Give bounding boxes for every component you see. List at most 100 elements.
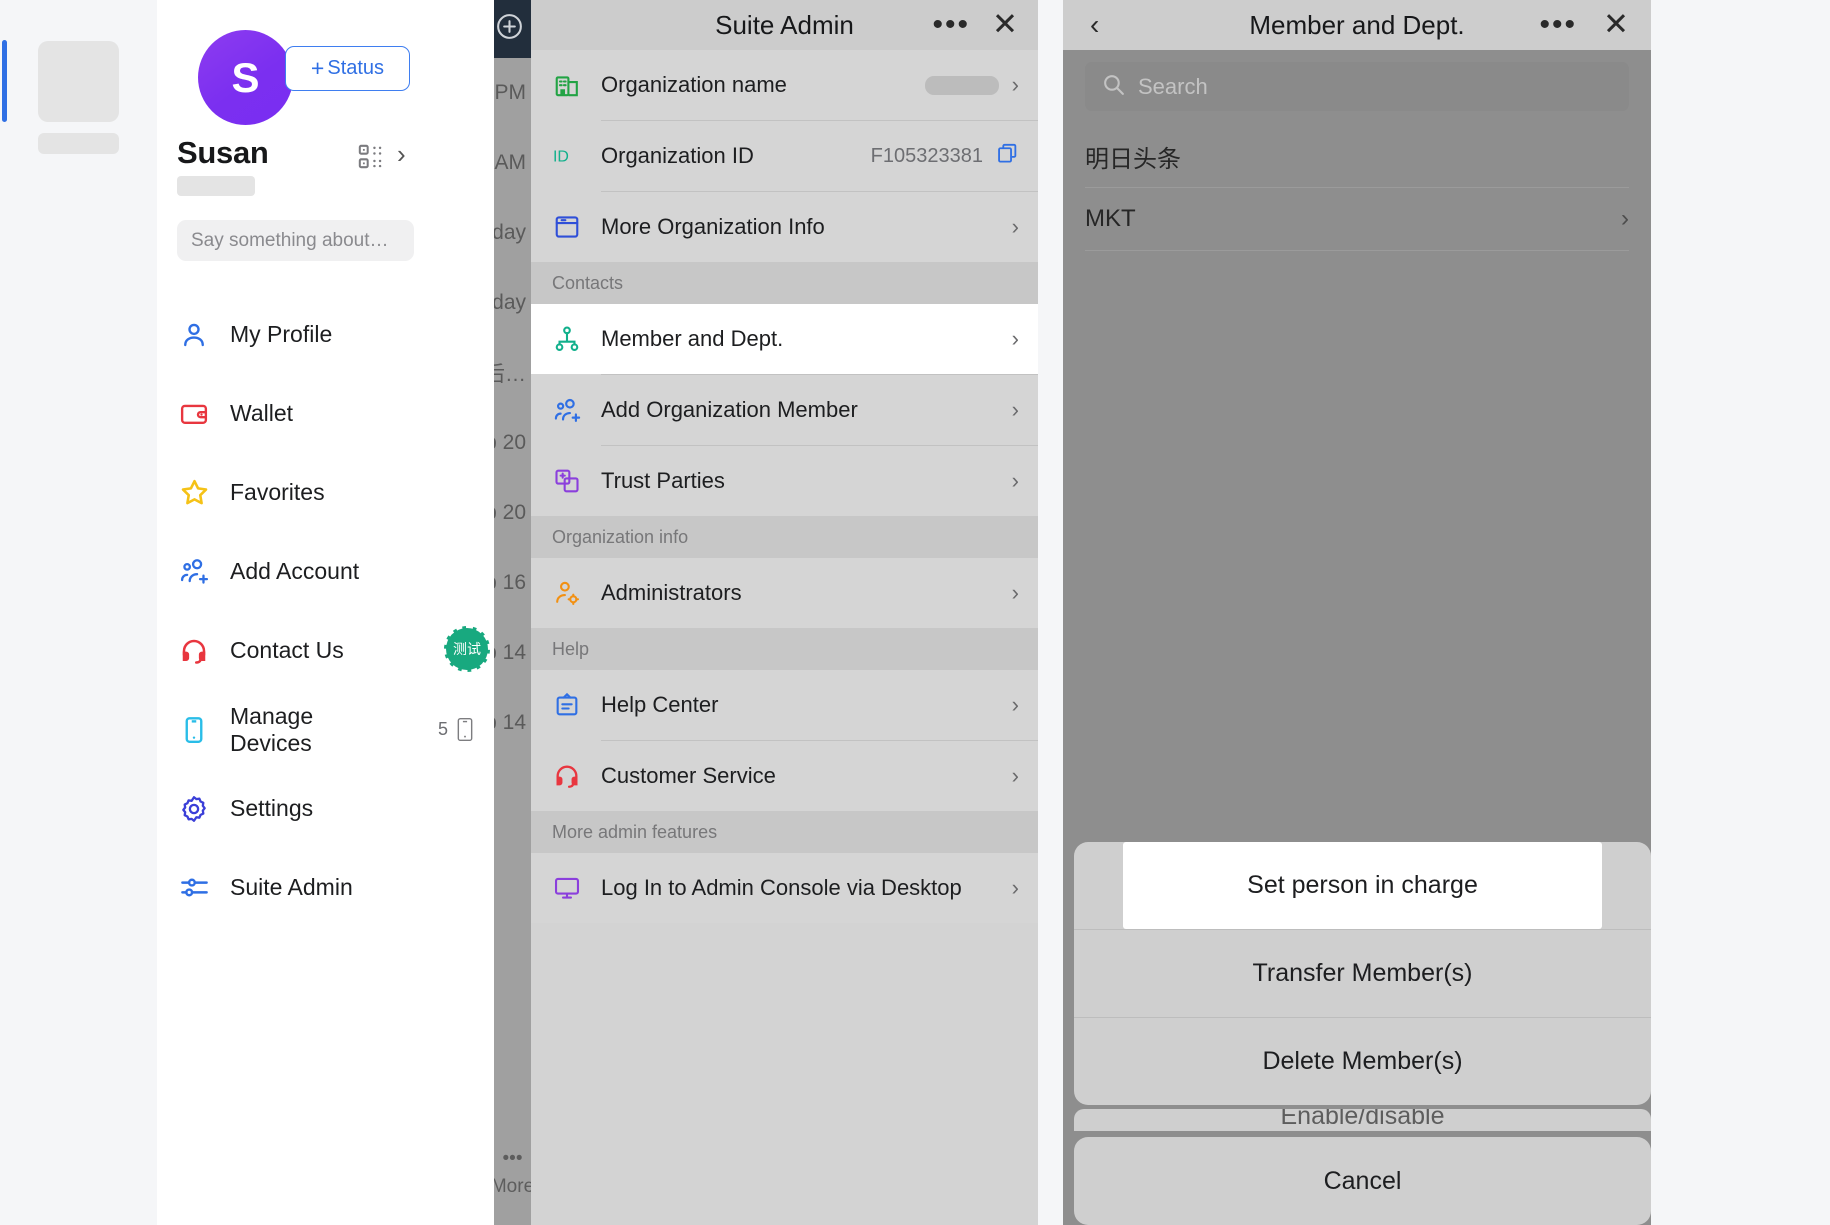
chevron-right-icon: › xyxy=(1011,875,1019,900)
action-set-person-in-charge[interactable]: Set person in charge xyxy=(1123,842,1602,929)
admin-section-label-organization-info: Organization info xyxy=(531,516,1038,558)
page-title: Suite Admin xyxy=(715,9,854,40)
id-icon: ID xyxy=(552,141,582,171)
sliders-icon xyxy=(177,871,211,905)
add-status-button[interactable]: + Status xyxy=(285,46,410,91)
chat-list-rows: 2:23 PM 5:17 AM esterday esterday ?5后… S… xyxy=(494,0,531,758)
more-options-icon[interactable]: ••• xyxy=(1539,10,1577,40)
monitor-icon xyxy=(552,873,582,903)
chevron-right-icon: › xyxy=(1621,205,1629,232)
chat-list-item[interactable]: Sep 14 xyxy=(494,688,531,758)
screenshot-root: S + Status Susan › Say something about… … xyxy=(0,0,1830,1225)
admin-row-add-organization-member[interactable]: Add Organization Member › xyxy=(531,375,1038,445)
admin-section-label-more-admin-features: More admin features xyxy=(531,811,1038,853)
close-icon[interactable]: ✕ xyxy=(992,9,1018,40)
chat-list-item[interactable]: 5:17 AM xyxy=(494,128,531,198)
sidebar-item-label: Manage Devices xyxy=(230,703,314,756)
chat-list-item[interactable]: Sep 20 xyxy=(494,478,531,548)
device-count-badge: 5 xyxy=(438,717,475,742)
list-item-department[interactable]: MKT › xyxy=(1063,188,1651,250)
avatar[interactable]: S xyxy=(198,30,293,125)
admin-row-customer-service[interactable]: Customer Service › xyxy=(531,741,1038,811)
profile-name: Susan xyxy=(177,135,269,170)
admin-row-more-organization-info[interactable]: More Organization Info › xyxy=(531,192,1038,262)
admin-row-trailing: › xyxy=(1012,399,1019,421)
sidebar-item-label: Wallet xyxy=(230,400,294,427)
organization-name-redacted-value xyxy=(924,75,999,95)
cancel-button[interactable]: Cancel xyxy=(1074,1137,1651,1225)
sidebar-item-settings[interactable]: Settings xyxy=(157,769,494,848)
admin-row-label: Log In to Admin Console via Desktop xyxy=(601,875,962,900)
sidebar-item-favorites[interactable]: Favorites xyxy=(157,453,494,532)
suite-admin-panel: Suite Admin ••• ✕ Organization name › ID… xyxy=(531,0,1038,1225)
building-icon xyxy=(552,70,582,100)
device-count-value: 5 xyxy=(437,719,448,739)
admin-row-administrators[interactable]: Administrators › xyxy=(531,558,1038,628)
copy-icon[interactable] xyxy=(996,142,1019,170)
plus-icon: + xyxy=(310,55,325,81)
avatar-initial: S xyxy=(231,53,260,101)
chat-list-item[interactable]: Sep 20 xyxy=(494,408,531,478)
star-icon xyxy=(177,476,211,510)
sidebar-item-my-profile[interactable]: My Profile xyxy=(157,295,494,374)
action-delete-members[interactable]: Delete Member(s) xyxy=(1074,1018,1651,1105)
admin-row-trailing: › xyxy=(1012,877,1019,899)
status-button-label: Status xyxy=(327,57,385,79)
admin-section-label-help: Help xyxy=(531,628,1038,670)
qr-code-icon[interactable] xyxy=(357,143,384,170)
organization-id-value: F105323381 xyxy=(870,144,983,167)
admin-row-organization-id[interactable]: ID Organization ID F105323381 xyxy=(531,121,1038,191)
action-sheet-options: Set person in charge Transfer Member(s) … xyxy=(1074,842,1651,1105)
rail-active-indicator xyxy=(2,40,7,122)
cancel-label: Cancel xyxy=(1323,1166,1402,1195)
bio-input[interactable]: Say something about… xyxy=(177,220,414,261)
sidebar-item-manage-devices[interactable]: Manage Devices 5 xyxy=(157,690,494,769)
admin-row-trust-parties[interactable]: Trust Parties › xyxy=(531,446,1038,516)
add-chat-icon[interactable] xyxy=(495,12,524,46)
action-transfer-members[interactable]: Transfer Member(s) xyxy=(1074,930,1651,1017)
chevron-right-icon: › xyxy=(1011,326,1019,351)
action-sheet: Set person in charge Transfer Member(s) … xyxy=(1074,842,1651,1225)
sidebar-item-label: Settings xyxy=(230,795,314,822)
chevron-right-icon: › xyxy=(1011,763,1019,788)
sidebar-item-label: Add Account xyxy=(230,558,360,585)
profile-chevron-right-icon[interactable]: › xyxy=(397,139,406,170)
admin-row-help-center[interactable]: Help Center › xyxy=(531,670,1038,740)
chat-list-more-button[interactable]: ••• More xyxy=(494,1120,531,1225)
chat-list-item[interactable]: esterday xyxy=(494,198,531,268)
device-icon xyxy=(177,713,211,747)
list-item-label: 明日头条 xyxy=(1085,145,1181,173)
close-icon[interactable]: ✕ xyxy=(1603,9,1629,40)
sidebar-item-wallet[interactable]: Wallet xyxy=(157,374,494,453)
admin-row-label: Trust Parties xyxy=(601,468,725,493)
action-label: Transfer Member(s) xyxy=(1252,959,1473,987)
profile-menu: My Profile Wallet Favorites Add Account … xyxy=(157,295,494,927)
list-item-organization[interactable]: 明日头条 xyxy=(1063,125,1651,187)
sidebar-item-add-account[interactable]: Add Account xyxy=(157,532,494,611)
chat-list-item[interactable]: Sep 14 xyxy=(494,618,531,688)
admin-row-organization-name[interactable]: Organization name › xyxy=(531,50,1038,120)
admin-group-organization-info: Administrators › xyxy=(531,558,1038,628)
chat-list-item[interactable]: Sep 16 xyxy=(494,548,531,618)
svg-text:ID: ID xyxy=(553,149,569,166)
back-icon[interactable]: ‹ xyxy=(1090,10,1099,38)
admin-section-label-contacts: Contacts xyxy=(531,262,1038,304)
chat-list-item[interactable]: esterday xyxy=(494,268,531,338)
trust-parties-icon xyxy=(552,466,582,496)
chat-list-background: 2:23 PM 5:17 AM esterday esterday ?5后… S… xyxy=(494,0,531,1225)
admin-row-log-in-admin-console[interactable]: Log In to Admin Console via Desktop › xyxy=(531,853,1038,923)
more-label: More xyxy=(494,1175,531,1197)
chat-list-item[interactable]: 2:23 PM xyxy=(494,58,531,128)
admin-row-label: Help Center xyxy=(601,692,719,717)
search-input[interactable]: Search xyxy=(1085,62,1629,111)
sidebar-item-suite-admin[interactable]: Suite Admin xyxy=(157,848,494,927)
more-dots-icon: ••• xyxy=(502,1147,523,1169)
search-icon xyxy=(1101,72,1126,102)
more-options-icon[interactable]: ••• xyxy=(932,10,970,40)
admin-row-member-and-dept[interactable]: Member and Dept. › xyxy=(531,304,1038,374)
admin-row-trailing: › xyxy=(1012,582,1019,604)
admin-row-label: Customer Service xyxy=(601,763,776,788)
action-sheet-partial-option[interactable]: Enable/disable xyxy=(1074,1109,1651,1131)
suite-admin-content: Organization name › ID Organization ID F… xyxy=(531,50,1038,1225)
chat-list-item[interactable]: ?5后… xyxy=(494,338,531,408)
